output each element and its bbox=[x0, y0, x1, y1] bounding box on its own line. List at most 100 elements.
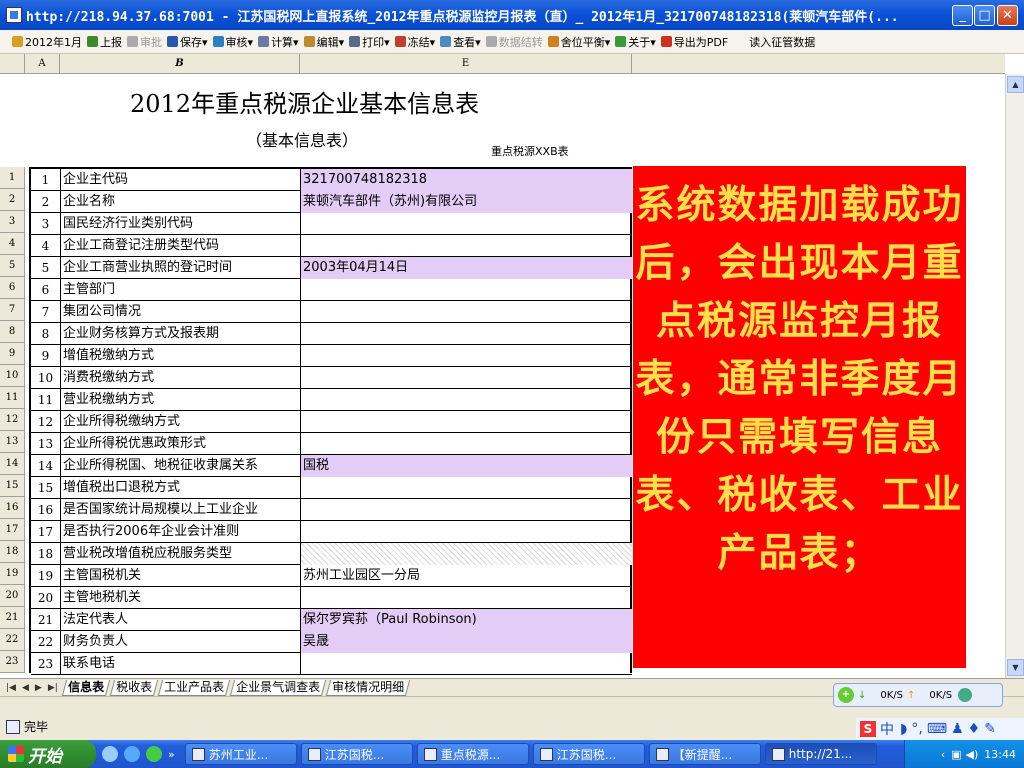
row-number[interactable]: 3 bbox=[0, 211, 25, 233]
row-number[interactable]: 12 bbox=[0, 409, 25, 431]
maximize-button[interactable]: □ bbox=[974, 5, 995, 26]
row-number[interactable]: 4 bbox=[0, 233, 25, 255]
tab-nav-1[interactable]: ◀ bbox=[22, 683, 29, 693]
skin-icon[interactable]: ♦ bbox=[968, 721, 981, 737]
toolbar-item-14[interactable]: 读入征管数据 bbox=[749, 34, 815, 50]
item-value-cell[interactable] bbox=[301, 543, 632, 565]
column-header-a[interactable]: A bbox=[25, 54, 60, 74]
item-value-cell[interactable] bbox=[301, 301, 632, 323]
item-value-cell[interactable] bbox=[301, 653, 632, 675]
item-value-cell[interactable] bbox=[301, 279, 632, 301]
item-value-cell[interactable]: 莱顿汽车部件（苏州)有限公司 bbox=[301, 191, 632, 213]
item-value-cell[interactable] bbox=[301, 389, 632, 411]
keyboard-icon[interactable]: ⌨ bbox=[927, 721, 947, 737]
item-value-cell[interactable] bbox=[301, 477, 632, 499]
item-value-cell[interactable]: 2003年04月14日 bbox=[301, 257, 632, 279]
item-value-cell[interactable] bbox=[301, 323, 632, 345]
toolbar-item-4[interactable]: 审核▾ bbox=[212, 34, 253, 50]
toolbar-item-13[interactable]: 导出为PDF bbox=[660, 34, 728, 50]
tab-nav-2[interactable]: ▶ bbox=[35, 683, 42, 693]
row-number[interactable]: 10 bbox=[0, 365, 25, 387]
toolbar-item-11[interactable]: 舍位平衡▾ bbox=[547, 34, 610, 50]
network-icon[interactable]: ▣ bbox=[951, 748, 961, 761]
row-number[interactable]: 21 bbox=[0, 607, 25, 629]
row-number[interactable]: 5 bbox=[0, 255, 25, 277]
clock[interactable]: 13:44 bbox=[984, 748, 1016, 761]
taskbar-button[interactable]: 重点税源... bbox=[416, 743, 529, 765]
row-number[interactable]: 1 bbox=[0, 167, 25, 189]
item-value-cell[interactable] bbox=[301, 433, 632, 455]
sheet-tab[interactable]: 信息表 bbox=[61, 679, 110, 696]
taskbar-button[interactable]: http://21... bbox=[764, 743, 877, 765]
item-value-cell[interactable] bbox=[301, 499, 632, 521]
row-number[interactable]: 18 bbox=[0, 541, 25, 563]
item-value-cell[interactable] bbox=[301, 521, 632, 543]
row-number[interactable]: 16 bbox=[0, 497, 25, 519]
toolbar-item-1[interactable]: 上报 bbox=[87, 34, 122, 50]
item-value-cell[interactable]: 国税 bbox=[301, 455, 632, 477]
row-number[interactable]: 9 bbox=[0, 343, 25, 365]
ime-language[interactable]: 中 bbox=[880, 719, 894, 739]
item-value-cell[interactable] bbox=[301, 367, 632, 389]
toolbar-item-8[interactable]: 冻结▾ bbox=[394, 34, 435, 50]
sheet-tab[interactable]: 企业景气调查表 bbox=[229, 679, 326, 696]
item-value-cell[interactable] bbox=[301, 213, 632, 235]
row-number[interactable]: 17 bbox=[0, 519, 25, 541]
row-number[interactable]: 15 bbox=[0, 475, 25, 497]
volume-icon[interactable]: ◀) bbox=[966, 748, 979, 761]
item-value-cell[interactable] bbox=[301, 235, 632, 257]
column-header-b[interactable]: B bbox=[60, 54, 300, 74]
quicklaunch-more-icon[interactable]: » bbox=[168, 748, 175, 761]
quicklaunch-360-icon[interactable] bbox=[146, 746, 162, 762]
item-value-cell[interactable]: 吴晟 bbox=[301, 631, 632, 653]
scroll-up-icon[interactable]: ▲ bbox=[1007, 76, 1024, 93]
row-number[interactable]: 2 bbox=[0, 189, 25, 211]
row-number[interactable]: 13 bbox=[0, 431, 25, 453]
sheet-tab[interactable]: 税收表 bbox=[109, 679, 158, 696]
punctuation-icon[interactable]: °, bbox=[911, 721, 922, 737]
sogou-icon[interactable]: S bbox=[860, 721, 876, 737]
column-header-e[interactable]: E bbox=[300, 54, 632, 74]
row-number[interactable]: 20 bbox=[0, 585, 25, 607]
item-value-cell[interactable]: 321700748182318 bbox=[301, 169, 632, 191]
toolbar-item-10[interactable]: 数据结转 bbox=[485, 34, 543, 50]
toolbar-item-3[interactable]: 保存▾ bbox=[167, 34, 208, 50]
plus-icon[interactable]: + bbox=[838, 687, 854, 703]
ime-toolbar[interactable]: S 中 ◗ °, ⌨ ♟ ♦ ✎ bbox=[856, 718, 1024, 740]
item-value-cell[interactable] bbox=[301, 345, 632, 367]
toolbar-item-12[interactable]: 关于▾ bbox=[615, 34, 656, 50]
taskbar-button[interactable]: 苏州工业... bbox=[184, 743, 297, 765]
item-value-cell[interactable]: 保尔罗宾荪（Paul Robinson) bbox=[301, 609, 632, 631]
ie-logo-icon[interactable] bbox=[958, 688, 973, 702]
row-number[interactable]: 23 bbox=[0, 651, 25, 673]
quicklaunch-ie-icon[interactable] bbox=[124, 746, 140, 762]
half-width-icon[interactable]: ◗ bbox=[900, 721, 907, 737]
taskbar-button[interactable]: 江苏国税... bbox=[300, 743, 413, 765]
toolbar-item-0[interactable]: 2012年1月 bbox=[12, 34, 82, 50]
row-number[interactable]: 7 bbox=[0, 299, 25, 321]
row-number[interactable]: 14 bbox=[0, 453, 25, 475]
sheet-tab[interactable]: 工业产品表 bbox=[157, 679, 230, 696]
toolbar-item-7[interactable]: 打印▾ bbox=[349, 34, 390, 50]
tab-nav-0[interactable]: |◀ bbox=[6, 683, 16, 693]
network-monitor[interactable]: + ↓ 0K/S ↑ 0K/S bbox=[833, 683, 1003, 707]
vertical-scrollbar[interactable]: ▲ ▼ bbox=[1005, 74, 1024, 678]
item-value-cell[interactable] bbox=[301, 587, 632, 609]
minimize-button[interactable]: _ bbox=[952, 5, 973, 26]
toolbar-item-5[interactable]: 计算▾ bbox=[258, 34, 299, 50]
row-number[interactable]: 8 bbox=[0, 321, 25, 343]
start-button[interactable]: 开始 bbox=[0, 740, 96, 768]
item-value-cell[interactable] bbox=[301, 411, 632, 433]
toolbar-item-9[interactable]: 查看▾ bbox=[440, 34, 481, 50]
sheet-tab[interactable]: 审核情况明细 bbox=[325, 679, 411, 696]
row-number[interactable]: 6 bbox=[0, 277, 25, 299]
row-number[interactable]: 19 bbox=[0, 563, 25, 585]
taskbar-button[interactable]: 江苏国税... bbox=[532, 743, 645, 765]
row-number[interactable]: 11 bbox=[0, 387, 25, 409]
tray-expand-icon[interactable]: ‹ bbox=[941, 748, 945, 761]
tab-nav-3[interactable]: ▶| bbox=[48, 683, 58, 693]
scroll-down-icon[interactable]: ▼ bbox=[1007, 659, 1024, 676]
toolbar-item-6[interactable]: 编辑▾ bbox=[303, 34, 344, 50]
close-button[interactable]: ✕ bbox=[997, 5, 1018, 26]
toolbar-item-2[interactable]: 审批 bbox=[127, 34, 162, 50]
